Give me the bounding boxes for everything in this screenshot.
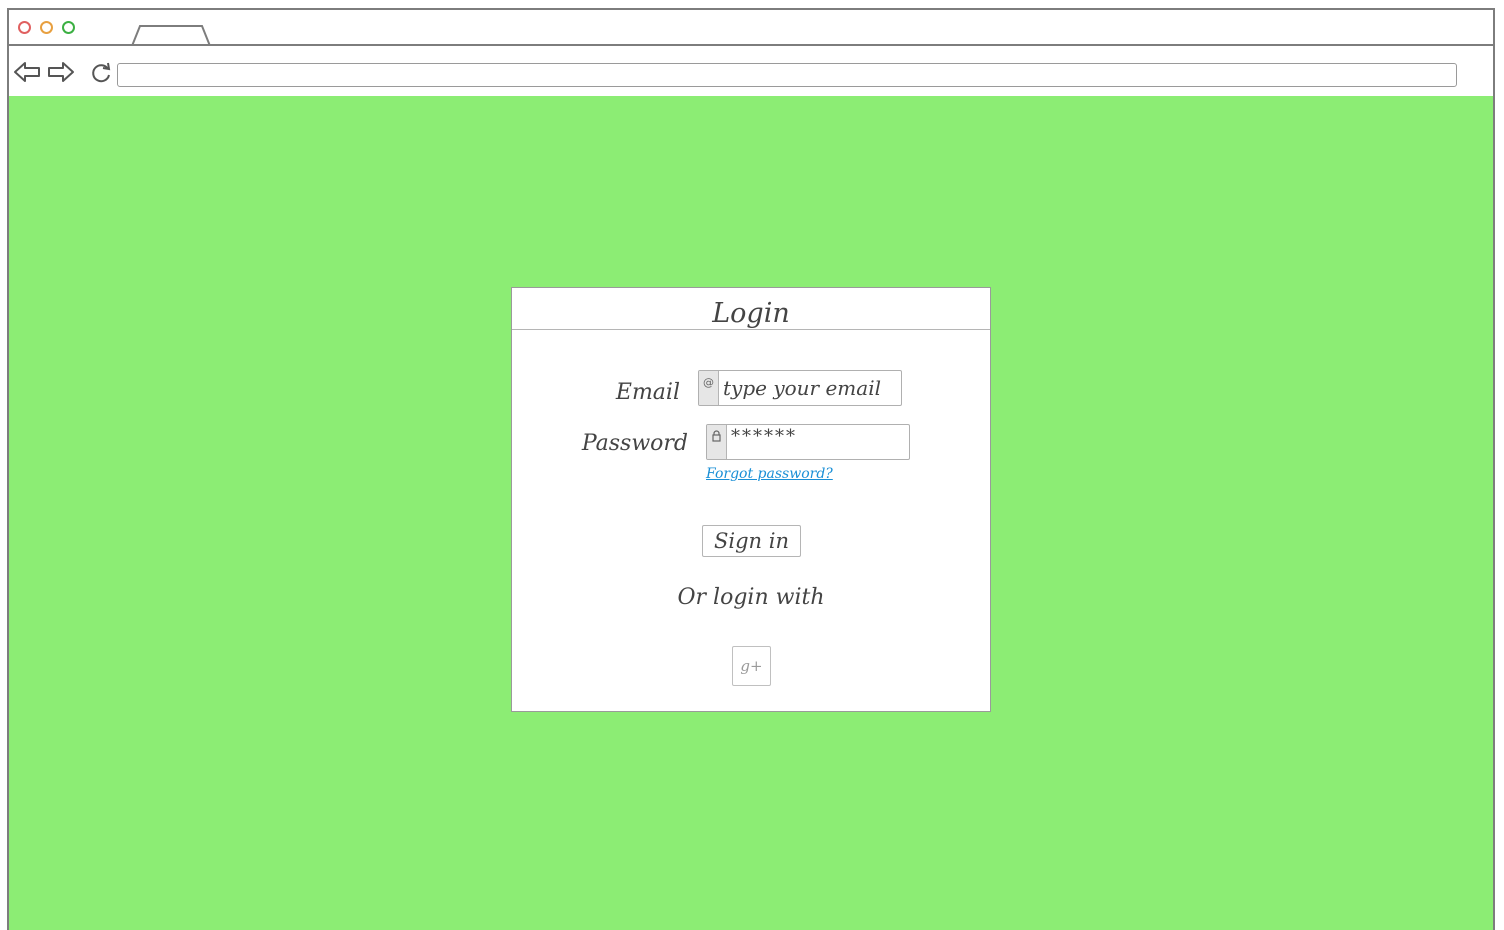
login-title: Login — [512, 288, 990, 330]
sign-in-button[interactable]: Sign in — [702, 525, 801, 557]
password-value: ****** — [731, 426, 797, 447]
login-panel: Login Email @ type your email Password *… — [511, 287, 991, 712]
reload-icon[interactable] — [89, 61, 113, 85]
address-bar[interactable] — [117, 63, 1457, 87]
minimize-window-button[interactable] — [40, 21, 53, 34]
google-plus-login-button[interactable]: g+ — [732, 646, 771, 686]
browser-titlebar — [9, 10, 1493, 46]
maximize-window-button[interactable] — [62, 21, 75, 34]
forward-arrow-icon[interactable] — [47, 60, 75, 84]
email-placeholder: type your email — [723, 376, 881, 400]
browser-toolbar — [9, 46, 1493, 98]
forgot-password-link[interactable]: Forgot password? — [706, 466, 833, 482]
lock-icon — [707, 425, 727, 459]
alt-login-text: Or login with — [677, 585, 825, 610]
close-window-button[interactable] — [18, 21, 31, 34]
email-field[interactable]: @ type your email — [698, 370, 902, 406]
at-sign-icon: @ — [699, 371, 719, 405]
password-field[interactable]: ****** — [706, 424, 910, 460]
email-label: Email — [615, 380, 680, 405]
back-arrow-icon[interactable] — [13, 60, 41, 84]
password-label: Password — [581, 431, 688, 456]
lock-glyph — [712, 430, 721, 442]
browser-tab[interactable] — [131, 24, 211, 46]
